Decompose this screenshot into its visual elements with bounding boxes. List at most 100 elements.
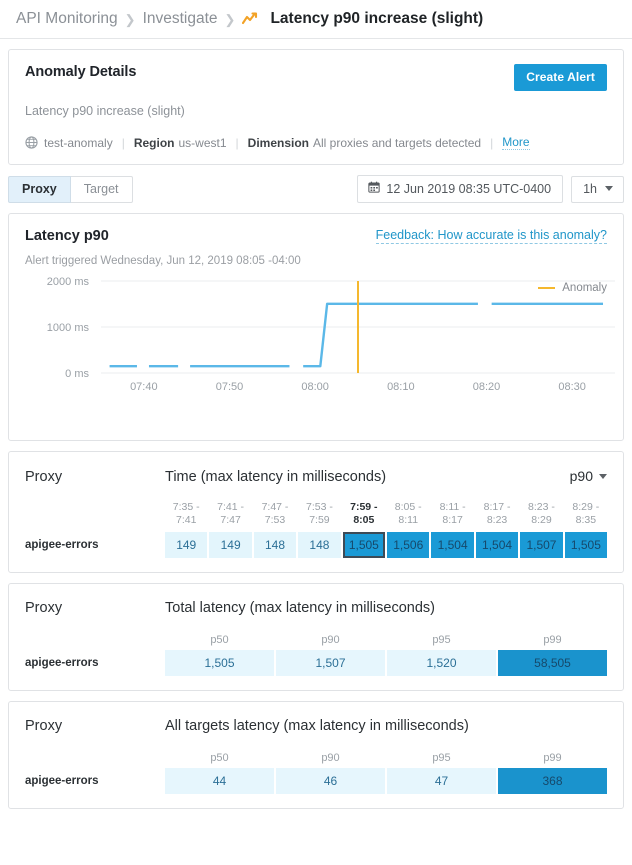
targets-latency-column-headers: p50 p90 p95 p99	[25, 752, 607, 764]
breadcrumb-investigate[interactable]: Investigate	[143, 10, 218, 28]
heatmap-cell[interactable]: 149	[165, 532, 208, 558]
time-column-header: 7:59 -8:05	[350, 501, 378, 526]
targets-latency-column-header: p50	[210, 752, 229, 764]
y-axis-tick-label: 2000 ms	[47, 276, 90, 288]
time-column-header: 8:23 -8:29	[528, 501, 555, 526]
time-table-column-headers: 7:35 -7:41 7:41 -7:47 7:47 -7:53 7:53 -7:59…	[25, 501, 607, 527]
heatmap-cell[interactable]: 149	[209, 532, 252, 558]
time-column-header: 7:47 -7:53	[261, 501, 289, 526]
chevron-down-icon	[605, 186, 613, 191]
heatmap-cell[interactable]: 148	[253, 532, 297, 558]
x-axis-tick-label: 08:30	[558, 381, 586, 393]
heatmap-cell[interactable]: 1,504	[431, 532, 474, 558]
metric-select[interactable]: p90	[570, 468, 607, 484]
total-latency-header: Proxy Total latency (max latency in mill…	[25, 600, 607, 616]
tab-proxy[interactable]: Proxy	[8, 175, 71, 203]
total-latency-column-header: p95	[432, 634, 451, 646]
targets-latency-proxy-header: Proxy	[25, 718, 63, 734]
time-table-body: apigee-errors 149 149 148 148 1,505 1,506 1,504…	[25, 532, 608, 558]
percentile-cell[interactable]: 47	[387, 768, 496, 794]
targets-latency-header: Proxy All targets latency (max latency i…	[25, 718, 607, 734]
time-column-header: 8:05 -8:11	[394, 501, 422, 526]
table-row: apigee-errors 149 149 148 148 1,505 1,506 1,504…	[25, 532, 608, 558]
investigate-page: API Monitoring ❯ Investigate ❯ Latency p…	[0, 0, 632, 865]
time-latency-header: Proxy Time (max latency in milliseconds)…	[25, 468, 607, 485]
targets-latency-column-list: p50 p90 p95 p99	[165, 752, 607, 764]
x-axis-tick-label: 07:40	[130, 381, 158, 393]
percentile-cell[interactable]: 1,520	[387, 650, 496, 676]
heatmap-cell[interactable]: 1,507	[520, 532, 563, 558]
x-axis-tick-label: 08:00	[301, 381, 329, 393]
targets-latency-cells: 44 46 47 368	[165, 768, 607, 794]
create-alert-button[interactable]: Create Alert	[514, 64, 607, 91]
more-link[interactable]: More	[502, 135, 530, 150]
proxy-name: apigee-errors	[25, 539, 99, 551]
time-column-header: 7:41 -7:47	[217, 501, 245, 526]
percentile-cell[interactable]: 58,505	[498, 650, 607, 676]
date-picker-value: 12 Jun 2019 08:35 UTC-0400	[386, 181, 552, 196]
meta-divider: |	[235, 135, 239, 150]
heatmap-cell-selected[interactable]: 1,505	[342, 532, 386, 558]
targets-latency-column-header: p95	[432, 752, 451, 764]
x-axis-tick-label: 08:20	[473, 381, 501, 393]
time-column-header: 8:17 -8:23	[483, 501, 511, 526]
org-name: test-anomaly	[44, 135, 113, 150]
time-latency-card: Proxy Time (max latency in milliseconds)…	[8, 451, 624, 573]
chart-line-segment	[303, 302, 478, 368]
chevron-down-icon	[599, 473, 607, 479]
heatmap-cell[interactable]: 1,504	[475, 532, 519, 558]
x-axis-tick-label: 08:10	[387, 381, 415, 393]
y-axis-tick-label: 1000 ms	[47, 322, 90, 334]
total-latency-card: Proxy Total latency (max latency in mill…	[8, 583, 624, 691]
chart-title: Latency p90	[25, 228, 109, 244]
heatmap-cell[interactable]: 148	[298, 532, 341, 558]
heatmap-cell[interactable]: 1,505	[564, 532, 608, 558]
total-latency-column-header: p50	[210, 634, 229, 646]
dimension-label: Dimension	[247, 135, 309, 150]
percentile-cell[interactable]: 368	[498, 768, 607, 794]
targets-latency-title: All targets latency (max latency in mill…	[165, 718, 469, 734]
table-row: apigee-errors 44 46 47 368	[25, 768, 607, 794]
time-column-header: 7:53 -7:59	[305, 501, 333, 526]
anomaly-meta-row: test-anomaly | Region us-west1 | Dimensi…	[25, 135, 607, 150]
total-latency-column-list: p50 p90 p95 p99	[165, 634, 607, 646]
meta-divider: |	[121, 135, 125, 150]
breadcrumb-root[interactable]: API Monitoring	[16, 10, 118, 28]
percentile-cell[interactable]: 1,505	[165, 650, 274, 676]
percentile-cell[interactable]: 46	[276, 768, 385, 794]
breadcrumb-separator: ❯	[124, 11, 136, 27]
tab-target[interactable]: Target	[70, 175, 133, 203]
heatmap-cell[interactable]: 1,506	[387, 532, 430, 558]
time-column-header: 8:11 -8:17	[439, 501, 466, 526]
latency-line-chart: 0 ms 1000 ms 2000 ms 07:40 07:50 08:00 08:10 08…	[47, 276, 615, 393]
x-axis-tick-label: 07:50	[216, 381, 244, 393]
time-range-select[interactable]: 1h	[571, 175, 624, 203]
scope-segmented-control: Proxy Target	[8, 175, 133, 203]
latency-chart-card: Latency p90 Feedback: How accurate is th…	[8, 213, 624, 441]
calendar-icon	[368, 181, 381, 196]
total-latency-column-headers: p50 p90 p95 p99	[25, 634, 607, 646]
targets-latency-body: apigee-errors 44 46 47 368	[25, 768, 607, 794]
feedback-link[interactable]: Feedback: How accurate is this anomaly?	[375, 228, 607, 244]
time-controls: 12 Jun 2019 08:35 UTC-0400 1h	[357, 175, 624, 203]
total-latency-proxy-header: Proxy	[25, 600, 63, 616]
breadcrumb: API Monitoring ❯ Investigate ❯ Latency p…	[0, 0, 632, 38]
anomaly-details-title: Anomaly Details	[25, 64, 137, 80]
date-picker[interactable]: 12 Jun 2019 08:35 UTC-0400	[357, 175, 564, 203]
percentile-cell[interactable]: 1,507	[276, 650, 385, 676]
scope-toolbar: Proxy Target 12 Jun 2019 08:35 UTC-0400 …	[8, 175, 624, 203]
metric-select-value: p90	[569, 468, 593, 484]
time-range-value: 1h	[583, 181, 597, 196]
proxy-name: apigee-errors	[25, 775, 99, 787]
percentile-cell[interactable]: 44	[165, 768, 274, 794]
anomaly-details-header: Anomaly Details Create Alert	[25, 64, 607, 91]
time-column-list: 7:35 -7:41 7:41 -7:47 7:47 -7:53 7:53 -7:59…	[165, 501, 607, 527]
time-column-header: 8:29 -8:35	[572, 501, 600, 526]
globe-icon	[25, 136, 38, 149]
time-column-header: 7:35 -7:41	[172, 501, 200, 526]
total-latency-column-header: p99	[543, 634, 562, 646]
total-latency-body: apigee-errors 1,505 1,507 1,520 58,505	[25, 650, 607, 676]
